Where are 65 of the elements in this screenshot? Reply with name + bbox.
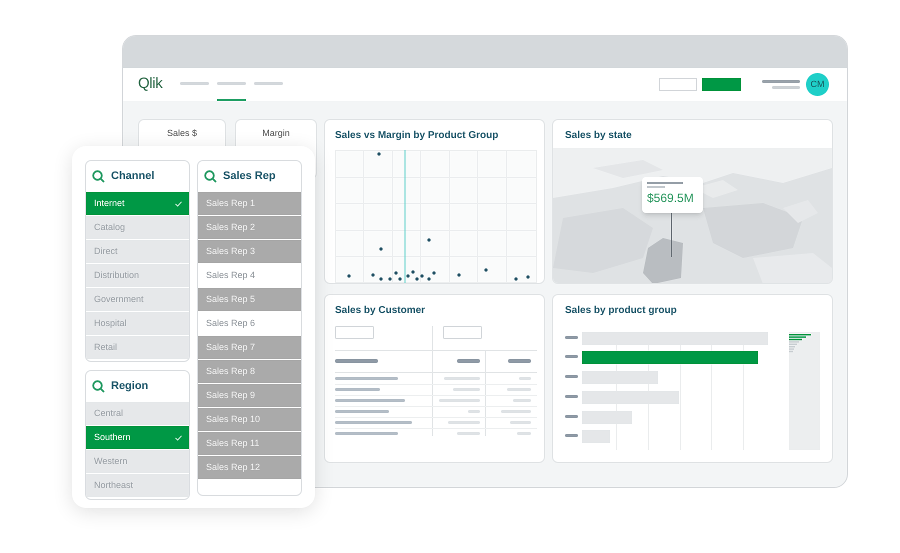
filter-item[interactable]: Hospital	[86, 312, 189, 335]
filter-item[interactable]: Catalog	[86, 216, 189, 239]
scatter-point	[371, 273, 375, 277]
chart-title: Sales by Customer	[335, 304, 426, 318]
label-placeholder	[565, 336, 578, 339]
scatter-point	[427, 277, 431, 281]
scatter-point	[427, 238, 431, 242]
check-icon	[175, 200, 182, 206]
tooltip-lines-icon	[647, 182, 683, 188]
filter-item[interactable]: Sales Rep 3	[198, 240, 301, 263]
filter-item[interactable]: Sales Rep 1	[198, 192, 301, 215]
mini-chart-track[interactable]	[789, 332, 820, 450]
filter-item[interactable]: Direct	[86, 240, 189, 263]
filter-item[interactable]: Central	[86, 402, 189, 425]
menu-lines-icon[interactable]	[762, 80, 800, 90]
filter-item[interactable]: Northeast	[86, 474, 189, 497]
label-placeholder	[565, 355, 578, 358]
filter-item[interactable]: Internet	[86, 192, 189, 215]
chart-title: Sales vs Margin by Product Group	[335, 129, 500, 143]
leader-line	[671, 213, 673, 257]
label-placeholder	[565, 395, 578, 398]
filter-item[interactable]: Sales Rep 10	[198, 408, 301, 431]
scatter-point	[398, 277, 402, 281]
tooltip-value: $569.5M	[647, 192, 695, 204]
filter-item[interactable]: Sales Rep 11	[198, 432, 301, 455]
label-placeholder	[565, 434, 578, 437]
filter-item[interactable]: Sales Rep 8	[198, 360, 301, 383]
filter-item[interactable]: Distribution	[86, 264, 189, 287]
search-icon[interactable]	[92, 170, 105, 183]
search-icon[interactable]	[92, 380, 105, 393]
filter-item[interactable]: Retail	[86, 336, 189, 359]
scatter-point	[457, 273, 461, 277]
scatter-point	[379, 277, 383, 281]
filter-title: Channel	[111, 169, 154, 184]
filter-title: Region	[111, 379, 148, 394]
scatter-point	[377, 152, 381, 156]
filter-item[interactable]: Sales Rep 7	[198, 336, 301, 359]
user-avatar[interactable]: CM	[806, 73, 829, 96]
button[interactable]	[659, 78, 697, 91]
scatter-point	[514, 277, 518, 281]
filter-item[interactable]: Sales Rep 5	[198, 288, 301, 311]
chart-title: Sales by state	[564, 129, 633, 143]
scatter-point	[394, 271, 398, 275]
filter-item[interactable]: Sales Rep 9	[198, 384, 301, 407]
filter-item[interactable]: Sales Rep 2	[198, 216, 301, 239]
scatter-point	[379, 247, 383, 251]
kpi-label: Sales $	[166, 127, 198, 140]
mini-chart-bars	[789, 334, 812, 352]
scatter-point	[526, 275, 530, 279]
bar	[582, 430, 610, 443]
label-placeholder	[565, 375, 578, 378]
filter-item[interactable]: Government	[86, 288, 189, 311]
check-icon	[175, 434, 182, 440]
filter-item[interactable]: Southern	[86, 426, 189, 449]
logo: Qlik	[138, 74, 164, 94]
chart-title: Sales by product group	[565, 304, 678, 318]
filter-item[interactable]: Western	[86, 450, 189, 473]
scatter-point	[484, 268, 488, 272]
scatter-point	[388, 277, 392, 281]
scatter-point	[347, 274, 351, 278]
search-icon[interactable]	[204, 170, 217, 183]
label-placeholder	[565, 415, 578, 418]
filter-title: Sales Rep	[223, 169, 276, 184]
scatter-point	[432, 271, 436, 275]
filter-item[interactable]: Sales Rep 12	[198, 456, 301, 479]
